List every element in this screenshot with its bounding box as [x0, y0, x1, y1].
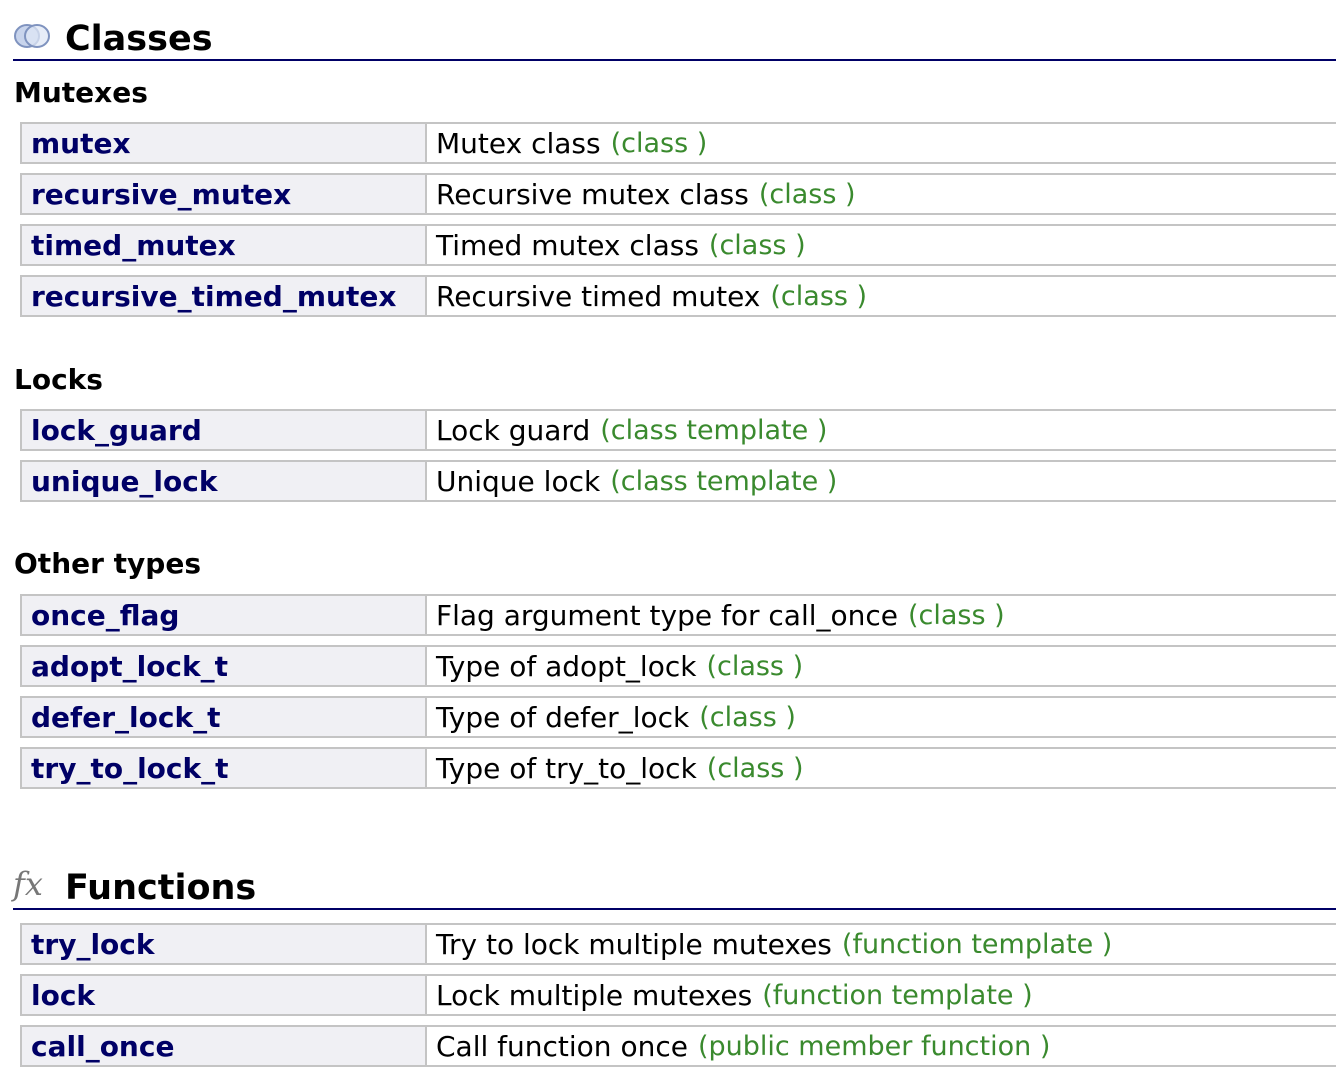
- desc-cell: Type of try_to_lock (class ): [429, 749, 1336, 787]
- entry-kind: (class ): [770, 280, 868, 312]
- entry-description: Type of adopt_lock: [436, 649, 697, 683]
- desc-cell: Recursive timed mutex (class ): [429, 277, 1336, 315]
- table-row: defer_lock_t Type of defer_lock (class ): [20, 696, 1336, 738]
- name-cell: recursive_timed_mutex: [22, 277, 427, 315]
- class-link-try-to-lock-t[interactable]: try_to_lock_t: [31, 752, 229, 785]
- table-row: call_once Call function once (public memb…: [20, 1025, 1336, 1067]
- entry-kind: (class ): [708, 229, 806, 261]
- entry-description: Timed mutex class: [436, 228, 699, 262]
- entry-kind: (class template ): [610, 465, 838, 497]
- name-cell: lock: [22, 976, 427, 1014]
- entry-kind: (class ): [908, 599, 1005, 631]
- entry-kind: (class ): [758, 178, 856, 210]
- name-cell: unique_lock: [22, 462, 427, 500]
- entry-kind: (function template ): [762, 979, 1033, 1011]
- name-cell: adopt_lock_t: [22, 647, 427, 685]
- entry-kind: (class ): [706, 650, 804, 682]
- entry-description: Recursive mutex class: [436, 177, 749, 211]
- desc-cell: Call function once (public member functio…: [429, 1027, 1336, 1065]
- table-row: mutex Mutex class (class ): [20, 122, 1336, 164]
- table-row: timed_mutex Timed mutex class (class ): [20, 224, 1336, 266]
- entry-description: Flag argument type for call_once: [436, 598, 898, 632]
- entry-description: Recursive timed mutex: [436, 279, 761, 313]
- class-link-once-flag[interactable]: once_flag: [31, 599, 179, 632]
- entry-kind: (function template ): [841, 928, 1113, 960]
- class-link-mutex[interactable]: mutex: [31, 127, 131, 160]
- desc-cell: Type of adopt_lock (class ): [429, 647, 1336, 685]
- class-link-timed-mutex[interactable]: timed_mutex: [31, 229, 236, 262]
- class-link-unique-lock[interactable]: unique_lock: [31, 465, 217, 498]
- entry-kind: (class ): [610, 127, 708, 159]
- table-row: adopt_lock_t Type of adopt_lock (class ): [20, 645, 1336, 687]
- function-link-try-lock[interactable]: try_lock: [31, 928, 155, 961]
- entry-description: Lock guard: [436, 413, 591, 447]
- name-cell: try_lock: [22, 925, 427, 963]
- function-link-call-once[interactable]: call_once: [31, 1030, 174, 1063]
- name-cell: timed_mutex: [22, 226, 427, 264]
- name-cell: lock_guard: [22, 411, 427, 449]
- name-cell: try_to_lock_t: [22, 749, 427, 787]
- entry-description: Try to lock multiple mutexes: [436, 927, 832, 961]
- entry-kind: (class ): [706, 752, 804, 784]
- group-title-locks: Locks: [14, 363, 103, 396]
- table-row: recursive_timed_mutex Recursive timed mu…: [20, 275, 1336, 317]
- desc-cell: Unique lock (class template ): [429, 462, 1336, 500]
- desc-cell: Lock guard (class template ): [429, 411, 1336, 449]
- entry-description: Mutex class: [436, 126, 601, 160]
- functions-section-title: Functions: [65, 868, 257, 908]
- name-cell: recursive_mutex: [22, 175, 427, 213]
- class-link-adopt-lock-t[interactable]: adopt_lock_t: [31, 650, 228, 683]
- table-row: try_lock Try to lock multiple mutexes (fu…: [20, 923, 1336, 965]
- entry-description: Lock multiple mutexes: [436, 978, 753, 1012]
- class-link-recursive-timed-mutex[interactable]: recursive_timed_mutex: [31, 280, 396, 313]
- entry-description: Call function once: [436, 1029, 688, 1063]
- table-row: lock_guard Lock guard (class template ): [20, 409, 1336, 451]
- group-title-other-types: Other types: [14, 547, 202, 580]
- class-link-lock-guard[interactable]: lock_guard: [31, 414, 202, 447]
- name-cell: call_once: [22, 1027, 427, 1065]
- functions-section-header: fx Functions: [13, 858, 1336, 910]
- name-cell: mutex: [22, 124, 427, 162]
- classes-section-title: Classes: [65, 19, 213, 59]
- name-cell: defer_lock_t: [22, 698, 427, 736]
- function-link-lock[interactable]: lock: [31, 979, 95, 1012]
- name-cell: once_flag: [22, 596, 427, 634]
- table-row: try_to_lock_t Type of try_to_lock (class …: [20, 747, 1336, 789]
- desc-cell: Try to lock multiple mutexes (function te…: [429, 925, 1336, 963]
- table-row: unique_lock Unique lock (class template ): [20, 460, 1336, 502]
- entry-description: Type of defer_lock: [436, 700, 690, 734]
- group-title-mutexes: Mutexes: [14, 76, 148, 109]
- entry-description: Type of try_to_lock: [436, 751, 697, 785]
- class-link-recursive-mutex[interactable]: recursive_mutex: [31, 178, 291, 211]
- fx-icon: fx: [13, 865, 43, 903]
- entry-kind: (public member function ): [697, 1030, 1051, 1062]
- class-link-defer-lock-t[interactable]: defer_lock_t: [31, 701, 220, 734]
- desc-cell: Recursive mutex class (class ): [429, 175, 1336, 213]
- desc-cell: Type of defer_lock (class ): [429, 698, 1336, 736]
- classes-icon: [14, 24, 50, 48]
- desc-cell: Lock multiple mutexes (function template …: [429, 976, 1336, 1014]
- entry-kind: (class template ): [600, 414, 828, 446]
- table-row: once_flag Flag argument type for call_on…: [20, 594, 1336, 636]
- entry-description: Unique lock: [436, 464, 601, 498]
- desc-cell: Mutex class (class ): [429, 124, 1336, 162]
- table-row: recursive_mutex Recursive mutex class (cl…: [20, 173, 1336, 215]
- desc-cell: Flag argument type for call_once (class ): [429, 596, 1336, 634]
- classes-section-header: Classes: [13, 0, 1336, 61]
- entry-kind: (class ): [699, 701, 796, 733]
- table-row: lock Lock multiple mutexes (function temp…: [20, 974, 1336, 1016]
- desc-cell: Timed mutex class (class ): [429, 226, 1336, 264]
